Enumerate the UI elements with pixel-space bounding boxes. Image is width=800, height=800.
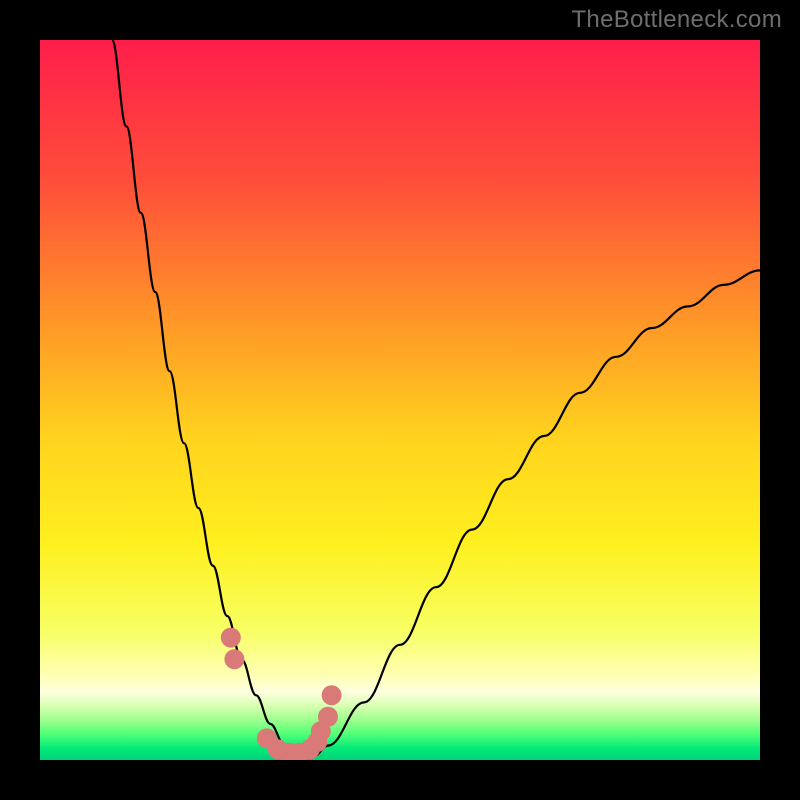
- highlight-dot: [224, 649, 244, 669]
- highlight-dot: [322, 685, 342, 705]
- plot-area: [40, 40, 760, 760]
- highlight-dots-group: [221, 628, 342, 760]
- bottleneck-curve: [112, 40, 760, 756]
- highlight-dot: [318, 707, 338, 727]
- chart-svg: [40, 40, 760, 760]
- watermark-text: TheBottleneck.com: [571, 6, 782, 34]
- highlight-dot: [221, 628, 241, 648]
- chart-frame: TheBottleneck.com: [0, 0, 800, 800]
